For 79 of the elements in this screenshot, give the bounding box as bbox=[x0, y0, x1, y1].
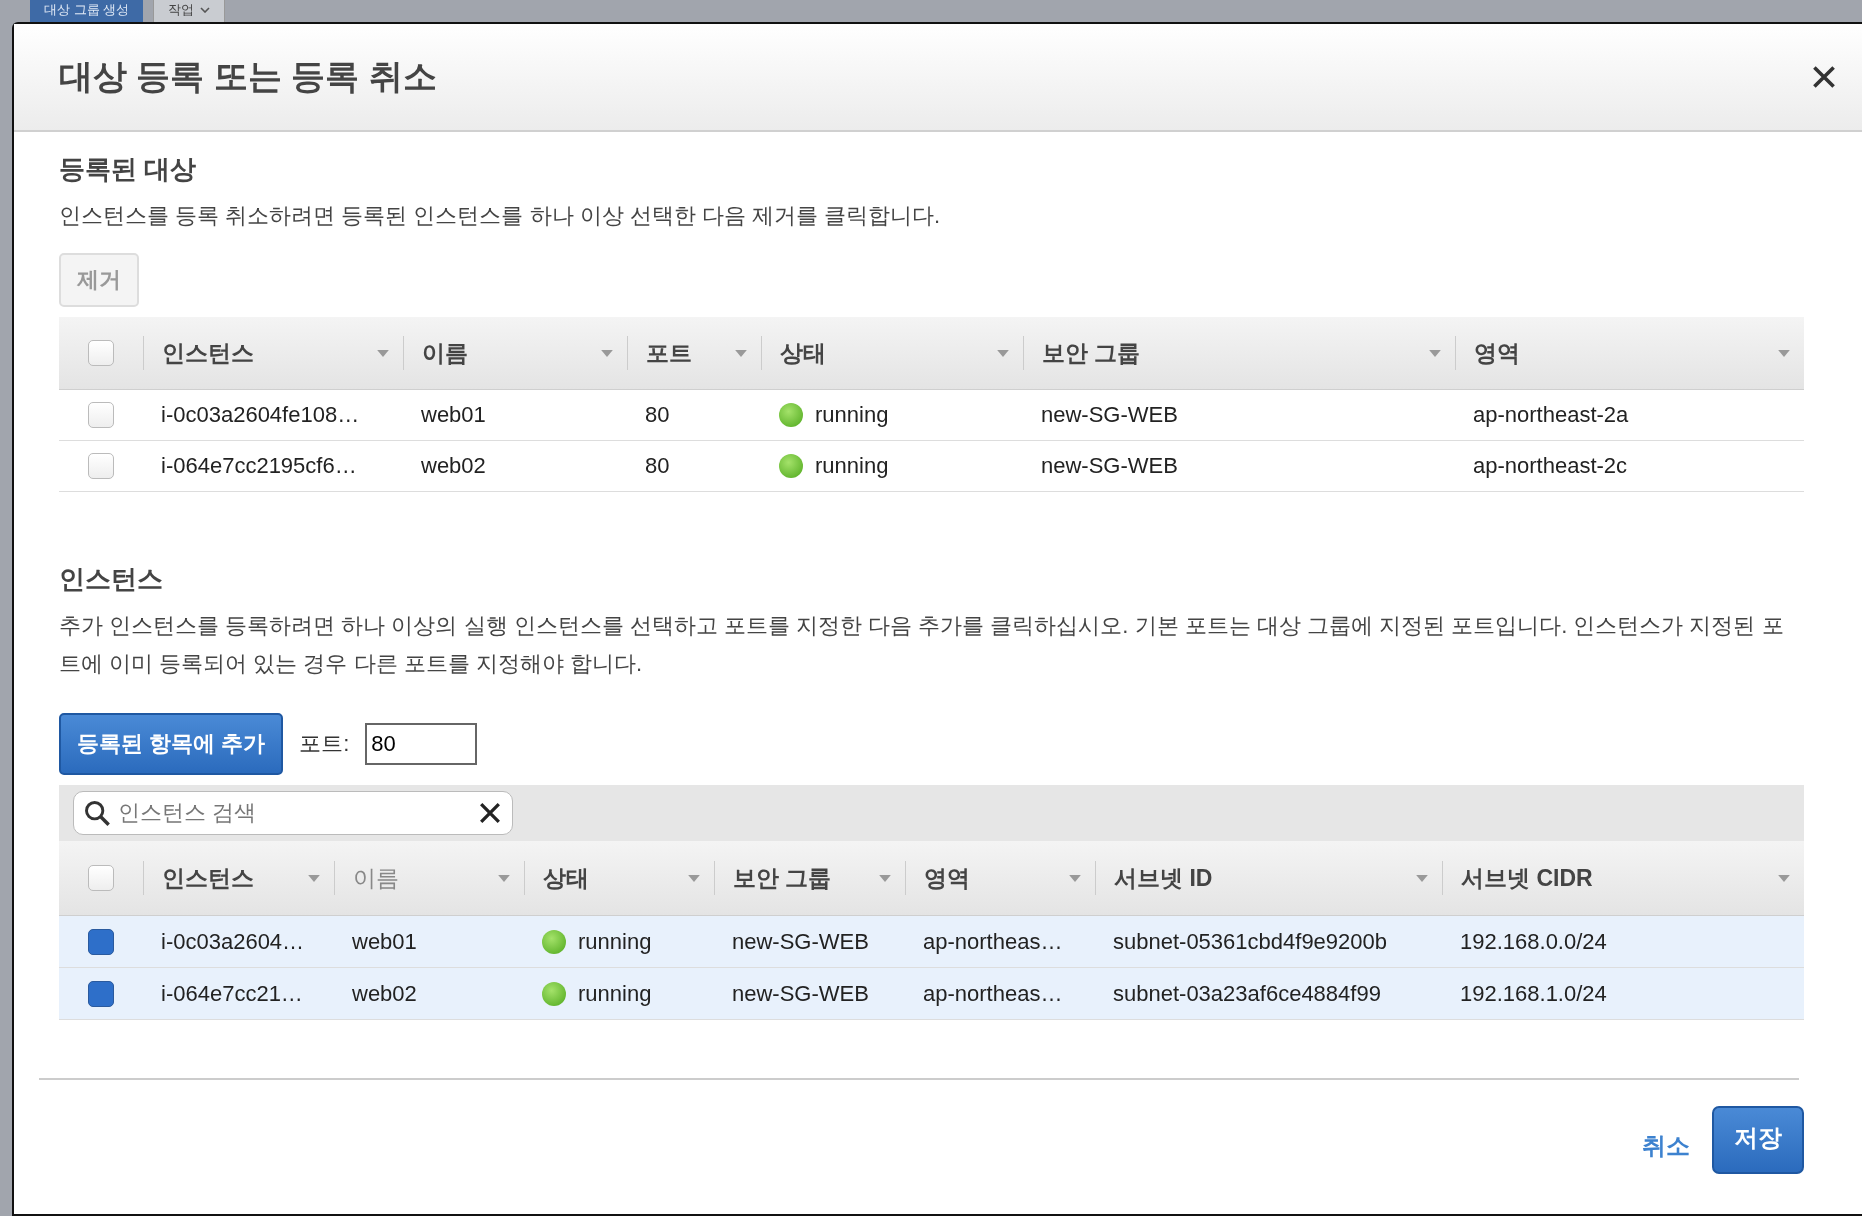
table-cell: i-064e7cc21… bbox=[161, 980, 303, 1007]
table-cell: 192.168.1.0/24 bbox=[1460, 980, 1607, 1007]
caret-icon bbox=[200, 7, 211, 13]
sort-caret-icon[interactable] bbox=[997, 349, 1009, 357]
table-cell: subnet-03a23af6ce4884f99 bbox=[1113, 980, 1381, 1007]
table-cell: ap-northeas… bbox=[923, 980, 1063, 1007]
sort-caret-icon[interactable] bbox=[688, 874, 700, 882]
column-header[interactable]: 이름 bbox=[422, 337, 468, 369]
table-cell: running bbox=[815, 402, 889, 428]
sort-caret-icon[interactable] bbox=[1416, 874, 1428, 882]
status-dot bbox=[542, 981, 566, 1006]
table-cell: i-064e7cc2195cf6… bbox=[161, 453, 357, 479]
sort-caret-icon[interactable] bbox=[1778, 349, 1790, 357]
sort-caret-icon[interactable] bbox=[377, 349, 389, 357]
table-cell: subnet-05361cbd4f9e9200b bbox=[1113, 928, 1388, 955]
section-heading: 인스턴스 bbox=[59, 563, 164, 596]
column-header[interactable]: 인스턴스 bbox=[162, 862, 254, 894]
dialog-title: 대상 등록 또는 등록 취소 bbox=[59, 56, 437, 97]
column-header[interactable]: 영역 bbox=[924, 862, 970, 894]
sort-caret-icon[interactable] bbox=[601, 349, 613, 357]
table-cell: 192.168.0.0/24 bbox=[1460, 928, 1607, 955]
checkbox[interactable] bbox=[88, 340, 114, 366]
table-cell: new-SG-WEB bbox=[1041, 453, 1178, 479]
checkbox[interactable] bbox=[88, 402, 114, 428]
sort-caret-icon[interactable] bbox=[1778, 874, 1790, 882]
sort-caret-icon[interactable] bbox=[1429, 349, 1441, 357]
column-header[interactable]: 상태 bbox=[780, 337, 826, 369]
table-row[interactable]: i-0c03a2604… web01 running new-SG-WEB ap-northeas… subnet-05361cbd4f9e9200b 192.168.0.0/24 bbox=[59, 916, 1804, 968]
background-tab[interactable]: 대상 그룹 생성 bbox=[30, 0, 144, 22]
table-cell: running bbox=[578, 928, 652, 955]
table-cell: web01 bbox=[352, 928, 417, 955]
checkbox[interactable] bbox=[88, 928, 114, 955]
add-button[interactable]: 등록된 항목에 추가 bbox=[59, 713, 284, 775]
table-row[interactable]: i-064e7cc21… web02 running new-SG-WEB ap-northeas… subnet-03a23af6ce4884f99 192.168.1.0/24 bbox=[59, 968, 1804, 1020]
cancel-link[interactable]: 취소 bbox=[1642, 1130, 1690, 1162]
table-cell: ap-northeast-2c bbox=[1473, 453, 1628, 479]
table-cell: ap-northeast-2a bbox=[1473, 402, 1629, 428]
column-header[interactable]: 서브넷 CIDR bbox=[1461, 862, 1593, 894]
section-heading: 등록된 대상 bbox=[59, 153, 198, 186]
table-cell: web02 bbox=[421, 453, 486, 479]
column-header[interactable]: 인스턴스 bbox=[162, 337, 254, 369]
status-dot bbox=[779, 454, 803, 478]
column-header[interactable]: 영역 bbox=[1474, 337, 1520, 369]
table-cell: new-SG-WEB bbox=[732, 980, 869, 1007]
table-cell: ap-northeas… bbox=[923, 928, 1063, 955]
table-cell: new-SG-WEB bbox=[732, 928, 869, 955]
save-button[interactable]: 저장 bbox=[1712, 1106, 1804, 1174]
status-dot bbox=[779, 403, 803, 427]
section-description: 인스턴스를 등록 취소하려면 등록된 인스턴스를 하나 이상 선택한 다음 제거를 클릭합니다. bbox=[59, 202, 942, 230]
column-header[interactable]: 상태 bbox=[543, 862, 589, 894]
table-cell: web02 bbox=[352, 980, 417, 1007]
sort-caret-icon[interactable] bbox=[735, 349, 747, 357]
table-cell: 80 bbox=[645, 453, 670, 479]
table-cell: new-SG-WEB bbox=[1041, 402, 1178, 428]
column-header[interactable]: 보안 그룹 bbox=[1042, 337, 1141, 369]
column-header[interactable]: 서브넷 ID bbox=[1114, 862, 1213, 894]
checkbox[interactable] bbox=[88, 453, 114, 479]
close-icon[interactable] bbox=[1812, 65, 1836, 89]
column-header[interactable]: 보안 그룹 bbox=[733, 862, 832, 894]
checkbox[interactable] bbox=[88, 980, 114, 1007]
status-dot bbox=[542, 929, 566, 954]
checkbox[interactable] bbox=[88, 865, 114, 891]
table-cell: i-0c03a2604fe108… bbox=[161, 402, 360, 428]
background-tab[interactable]: 작업 bbox=[153, 0, 226, 22]
table-cell: 80 bbox=[645, 402, 670, 428]
port-label: 포트: bbox=[299, 730, 350, 758]
sort-caret-icon[interactable] bbox=[308, 874, 320, 882]
table-cell: i-0c03a2604… bbox=[161, 928, 305, 955]
column-header[interactable]: 포트 bbox=[646, 337, 692, 369]
section-description: 추가 인스턴스를 등록하려면 하나 이상의 실행 인스턴스를 선택하고 포트를 지정한 다음 추가를 클릭하십시오. 기본 포트는 대상 그룹에 지정된 포트입니다. 인스턴스가 지정된 포트에 이미 등록되어 있는 경우 다른 포트를 지정해야 합니다. bbox=[59, 612, 1785, 678]
table-cell: web01 bbox=[421, 402, 486, 428]
table-cell: running bbox=[578, 980, 652, 1007]
search-field[interactable]: 인스턴스 검색 bbox=[73, 791, 513, 835]
sort-caret-icon[interactable] bbox=[498, 874, 510, 882]
sort-caret-icon[interactable] bbox=[879, 874, 891, 882]
port-field[interactable]: 80 bbox=[365, 723, 478, 765]
table-cell: running bbox=[815, 453, 889, 479]
clear-icon[interactable] bbox=[479, 802, 501, 824]
sort-caret-icon[interactable] bbox=[1069, 874, 1081, 882]
